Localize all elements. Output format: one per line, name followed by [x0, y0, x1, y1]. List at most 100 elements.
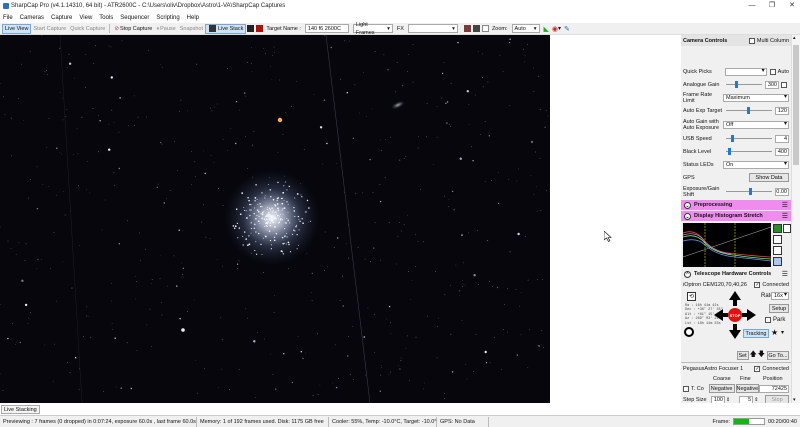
- scroll-thumb[interactable]: [793, 45, 799, 165]
- spinner-icon[interactable]: ⇕: [754, 397, 758, 403]
- control-slider[interactable]: [726, 107, 772, 114]
- fine-negative-button[interactable]: Negative: [735, 384, 760, 393]
- menu-help[interactable]: Help: [187, 15, 199, 21]
- set-button[interactable]: Set: [736, 351, 749, 360]
- menu-view[interactable]: View: [79, 15, 92, 21]
- step-size-input[interactable]: 100: [711, 395, 725, 403]
- menu-cameras[interactable]: Cameras: [20, 15, 44, 21]
- menu-capture[interactable]: Capture: [51, 15, 72, 21]
- chart-icon[interactable]: ◣: [544, 25, 549, 33]
- maximize-button[interactable]: ❐: [762, 0, 782, 12]
- quick-capture-button[interactable]: Quick Capture: [68, 24, 107, 34]
- spinner-icon[interactable]: ⇕: [726, 397, 730, 403]
- chevron-down-icon[interactable]: ▾: [558, 25, 561, 32]
- coarse-negative-button[interactable]: Negative: [708, 384, 735, 393]
- menu-sequencer[interactable]: Sequencer: [120, 15, 149, 21]
- color-swatch-icon[interactable]: [463, 25, 471, 32]
- focuser-connected-checkbox[interactable]: ✓: [754, 365, 761, 372]
- star: [420, 189, 422, 190]
- park-checkbox[interactable]: [765, 317, 771, 323]
- control-value[interactable]: 120: [775, 106, 789, 115]
- control-value[interactable]: 0.00: [775, 187, 789, 196]
- image-viewport[interactable]: [0, 35, 550, 403]
- pause-button[interactable]: ⏸ Pause: [154, 24, 177, 34]
- snapshot-button[interactable]: Snapshot: [178, 24, 205, 34]
- control-value[interactable]: 4: [775, 134, 789, 143]
- zoom-select[interactable]: Auto ▾: [511, 24, 540, 33]
- temp-comp-checkbox[interactable]: [683, 385, 689, 392]
- control-slider[interactable]: [726, 81, 762, 88]
- star: [451, 190, 454, 193]
- frame-type-select[interactable]: Light Frames ▾: [352, 22, 393, 36]
- reverse-icon[interactable]: ⟲: [687, 292, 696, 301]
- control-slider[interactable]: [726, 188, 772, 195]
- mount-connected-checkbox[interactable]: ✓: [754, 282, 761, 288]
- control-select[interactable]: Off: [723, 120, 789, 129]
- slider-thumb[interactable]: [749, 188, 752, 195]
- histogram-chart[interactable]: [683, 223, 771, 267]
- east-arrow[interactable]: [747, 309, 756, 321]
- close-button[interactable]: ✕: [782, 0, 800, 12]
- south-arrow[interactable]: [729, 330, 741, 339]
- chevron-down-icon[interactable]: ▾: [781, 329, 784, 336]
- multi-column-toggle[interactable]: Multi Column: [748, 37, 789, 44]
- menu-file[interactable]: File: [3, 15, 13, 21]
- live-view-button[interactable]: Live View: [2, 23, 32, 34]
- auto-stretch-icon[interactable]: [773, 224, 782, 233]
- start-capture-button[interactable]: Start Capture: [31, 24, 68, 34]
- blank-swatch-icon[interactable]: [481, 25, 489, 32]
- control-select[interactable]: On: [723, 160, 789, 169]
- quick-picks-auto-checkbox[interactable]: [769, 68, 776, 75]
- record-icon[interactable]: [256, 25, 264, 32]
- menu-icon[interactable]: ☰: [782, 201, 788, 209]
- quick-picks-select[interactable]: [725, 67, 767, 76]
- goto-button[interactable]: Go To...: [767, 351, 789, 360]
- fx-select[interactable]: ▾: [407, 24, 458, 33]
- auto-checkbox[interactable]: [781, 81, 787, 88]
- menu-icon[interactable]: ☰: [782, 270, 788, 278]
- control-slider[interactable]: [726, 135, 772, 142]
- live-stack-button[interactable]: Live Stack: [204, 23, 247, 34]
- control-value[interactable]: 300: [765, 80, 779, 89]
- tracking-button[interactable]: Tracking: [743, 329, 769, 338]
- slew-home-icon[interactable]: [684, 327, 694, 337]
- menu-scripting[interactable]: Scripting: [156, 15, 179, 21]
- panel-scrollbar[interactable]: ▴ ▾: [791, 35, 800, 403]
- arrow-down-icon[interactable]: 🡇: [758, 350, 765, 361]
- slider-thumb[interactable]: [728, 148, 732, 155]
- scroll-up-icon[interactable]: ▴: [793, 35, 796, 41]
- target-name-input[interactable]: 140 f6 2600C: [304, 24, 349, 33]
- preprocessing-section[interactable]: ⌄ Preprocessing ☰: [681, 200, 791, 210]
- rate-select[interactable]: 16x: [771, 292, 789, 300]
- reset-icon[interactable]: [773, 235, 782, 244]
- contrast-icon[interactable]: [783, 224, 791, 233]
- save-icon[interactable]: [773, 257, 782, 266]
- live-stacking-tab[interactable]: Live Stacking: [1, 405, 40, 414]
- step-multiplier-input[interactable]: 5: [739, 395, 754, 403]
- control-select[interactable]: Maximum: [723, 93, 789, 102]
- slider-thumb[interactable]: [735, 81, 738, 88]
- multi-column-checkbox[interactable]: [748, 37, 755, 44]
- grid-icon[interactable]: [472, 25, 480, 32]
- zoom-icon[interactable]: [773, 246, 782, 255]
- focuser-stop-button[interactable]: Stop: [765, 395, 789, 403]
- arrow-up-icon[interactable]: 🡅: [750, 350, 757, 361]
- histogram-icon[interactable]: [247, 25, 255, 32]
- slider-thumb[interactable]: [730, 135, 734, 142]
- north-arrow[interactable]: [729, 291, 741, 300]
- control-value[interactable]: 400: [775, 147, 789, 156]
- menu-icon[interactable]: ☰: [782, 212, 788, 220]
- menu-tools[interactable]: Tools: [99, 15, 113, 21]
- telescope-section[interactable]: ⌃ Telescope Hardware Controls ☰: [681, 269, 791, 279]
- slider-thumb[interactable]: [746, 107, 750, 114]
- setup-button[interactable]: Setup: [769, 304, 789, 313]
- star-icon[interactable]: ★: [771, 328, 778, 337]
- show-data-button[interactable]: Show Data: [749, 173, 789, 182]
- west-arrow[interactable]: [714, 309, 723, 321]
- scroll-down-icon[interactable]: ▾: [793, 397, 796, 403]
- minimize-button[interactable]: —: [742, 0, 762, 12]
- control-slider[interactable]: [726, 148, 772, 155]
- stop-capture-button[interactable]: ⊘ Stop Capture: [112, 24, 154, 34]
- histogram-section[interactable]: ⌄ Display Histogram Stretch ☰: [681, 211, 791, 221]
- tool-icon[interactable]: ✎: [564, 25, 570, 33]
